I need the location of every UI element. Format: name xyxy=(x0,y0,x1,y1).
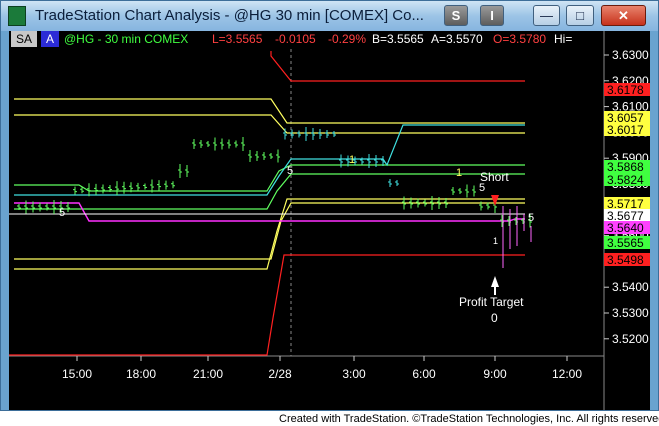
upper-yellow-band-2 xyxy=(14,114,525,134)
minimize-button[interactable]: — xyxy=(533,5,560,26)
copyright-footer: Created with TradeStation. ©TradeStation… xyxy=(279,413,659,425)
chart-window: TradeStation Chart Analysis - @HG 30 min… xyxy=(0,0,659,411)
price-tick-label: 3.5200 xyxy=(612,332,649,346)
profit-target-value: 0 xyxy=(491,311,498,325)
price-chart[interactable]: SA A @HG - 30 min COMEX L=3.5565 -0.0105… xyxy=(9,31,650,410)
one-label-c: 1 xyxy=(493,236,498,246)
price-marker-label: 3.5868 xyxy=(607,160,644,174)
time-tick-label: 18:00 xyxy=(126,367,156,381)
time-tick-label: 3:00 xyxy=(342,367,366,381)
count-label-left: 5 xyxy=(59,207,65,219)
time-tick-label: 12:00 xyxy=(552,367,582,381)
upper-red-band xyxy=(270,51,525,82)
lower-yellow-band-2 xyxy=(14,202,525,260)
time-tick-label: 21:00 xyxy=(193,367,223,381)
lower-red-band xyxy=(9,254,525,356)
price-marker-label: 3.6017 xyxy=(607,123,644,137)
count-label-right: 5 xyxy=(528,212,534,224)
short-count: 5 xyxy=(479,182,485,194)
time-axis[interactable]: 15:00 18:00 21:00 2/28 3:00 6:00 9:00 12:00 xyxy=(62,356,582,381)
one-label-a: 1 xyxy=(349,154,355,166)
time-tick-label: 6:00 xyxy=(412,367,436,381)
time-tick-label: 15:00 xyxy=(62,367,92,381)
price-tick-label: 3.6300 xyxy=(612,48,649,62)
price-marker-label: 3.5565 xyxy=(607,236,644,250)
chart-canvas: 5 5 1 1 Short 5 5 Profit Target 0 1 3.63… xyxy=(9,31,650,410)
price-marker-label: 3.5824 xyxy=(607,173,644,187)
profit-target-label: Profit Target xyxy=(459,295,524,309)
title-bar[interactable]: TradeStation Chart Analysis - @HG 30 min… xyxy=(1,1,658,31)
count-label-mid: 5 xyxy=(287,165,293,177)
price-marker-label: 3.5498 xyxy=(607,253,644,267)
price-marker-label: 3.5640 xyxy=(607,221,644,235)
one-label-b: 1 xyxy=(456,167,462,179)
price-tick-label: 3.5300 xyxy=(612,306,649,320)
window-title: TradeStation Chart Analysis - @HG 30 min… xyxy=(35,7,424,24)
profit-target-arrow-icon xyxy=(491,276,499,287)
s-button[interactable]: S xyxy=(444,5,468,26)
time-tick-label: 9:00 xyxy=(483,367,507,381)
maximize-button[interactable]: □ xyxy=(566,5,594,26)
upper-yellow-band xyxy=(14,98,525,124)
tradestation-icon xyxy=(8,6,26,26)
price-marker-label: 3.6178 xyxy=(607,83,644,97)
close-button[interactable]: ✕ xyxy=(601,5,646,26)
time-tick-label: 2/28 xyxy=(268,367,292,381)
price-tick-label: 3.5400 xyxy=(612,280,649,294)
upper-green-band xyxy=(14,164,525,192)
price-markers: 3.61783.60573.60173.58683.58243.57173.56… xyxy=(604,83,650,267)
cyan-trail-line xyxy=(14,124,525,196)
i-button[interactable]: I xyxy=(480,5,504,26)
